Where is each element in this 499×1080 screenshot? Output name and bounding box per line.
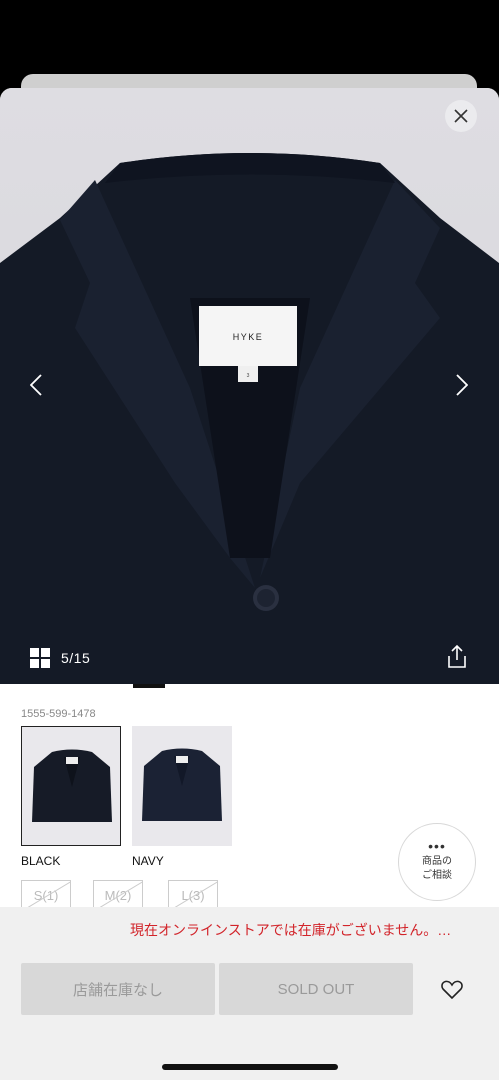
home-indicator[interactable] xyxy=(162,1064,338,1070)
grid-icon[interactable] xyxy=(30,648,50,668)
share-icon[interactable] xyxy=(444,644,470,670)
more-dots-icon: ••• xyxy=(428,838,446,854)
next-image-button[interactable] xyxy=(450,370,474,400)
size-option-m[interactable]: M(2) xyxy=(93,880,143,910)
heart-icon[interactable] xyxy=(440,977,464,1001)
consult-line-1: 商品の xyxy=(422,856,452,867)
color-swatch-navy[interactable] xyxy=(132,726,232,846)
close-button[interactable] xyxy=(445,100,477,132)
product-detail-sheet: HYKE 3 5/15 1555-599-1478 BLACK NAVY •••… xyxy=(0,88,499,1080)
chevron-left-icon xyxy=(30,374,42,396)
store-stock-button[interactable]: 店舗在庫なし xyxy=(21,963,215,1015)
unavailable-slash xyxy=(171,881,217,909)
color-label-navy: NAVY xyxy=(132,854,164,868)
gallery-position-indicator xyxy=(133,684,165,688)
consult-line-2: ご相談 xyxy=(422,870,452,881)
stock-message[interactable]: 現在オンラインストアでは在庫がございません。… xyxy=(130,920,451,940)
close-icon xyxy=(454,109,468,123)
product-code: 1555-599-1478 xyxy=(21,708,96,720)
unavailable-slash xyxy=(96,881,142,909)
garment-size-tag: 3 xyxy=(247,373,250,379)
consult-label: 商品の ご相談 xyxy=(422,855,452,883)
color-label-black: BLACK xyxy=(21,854,61,868)
purchase-bar: 現在オンラインストアでは在庫がございません。… 店舗在庫なし SOLD OUT xyxy=(0,907,499,1080)
image-counter: 5/15 xyxy=(61,650,91,666)
size-option-s[interactable]: S(1) xyxy=(21,880,71,910)
size-option-l[interactable]: L(3) xyxy=(168,880,218,910)
garment-label-brand: HYKE xyxy=(233,332,264,342)
product-image-gallery[interactable]: HYKE 3 5/15 xyxy=(0,88,499,684)
product-photo: HYKE 3 xyxy=(0,153,499,684)
product-consult-button[interactable]: ••• 商品の ご相談 xyxy=(398,823,476,901)
unavailable-slash xyxy=(24,881,70,909)
swatch-image xyxy=(32,749,112,822)
swatch-image xyxy=(142,748,222,821)
chevron-right-icon xyxy=(456,374,468,396)
sold-out-button[interactable]: SOLD OUT xyxy=(219,963,413,1015)
previous-image-button[interactable] xyxy=(24,370,48,400)
color-swatch-black[interactable] xyxy=(21,726,121,846)
